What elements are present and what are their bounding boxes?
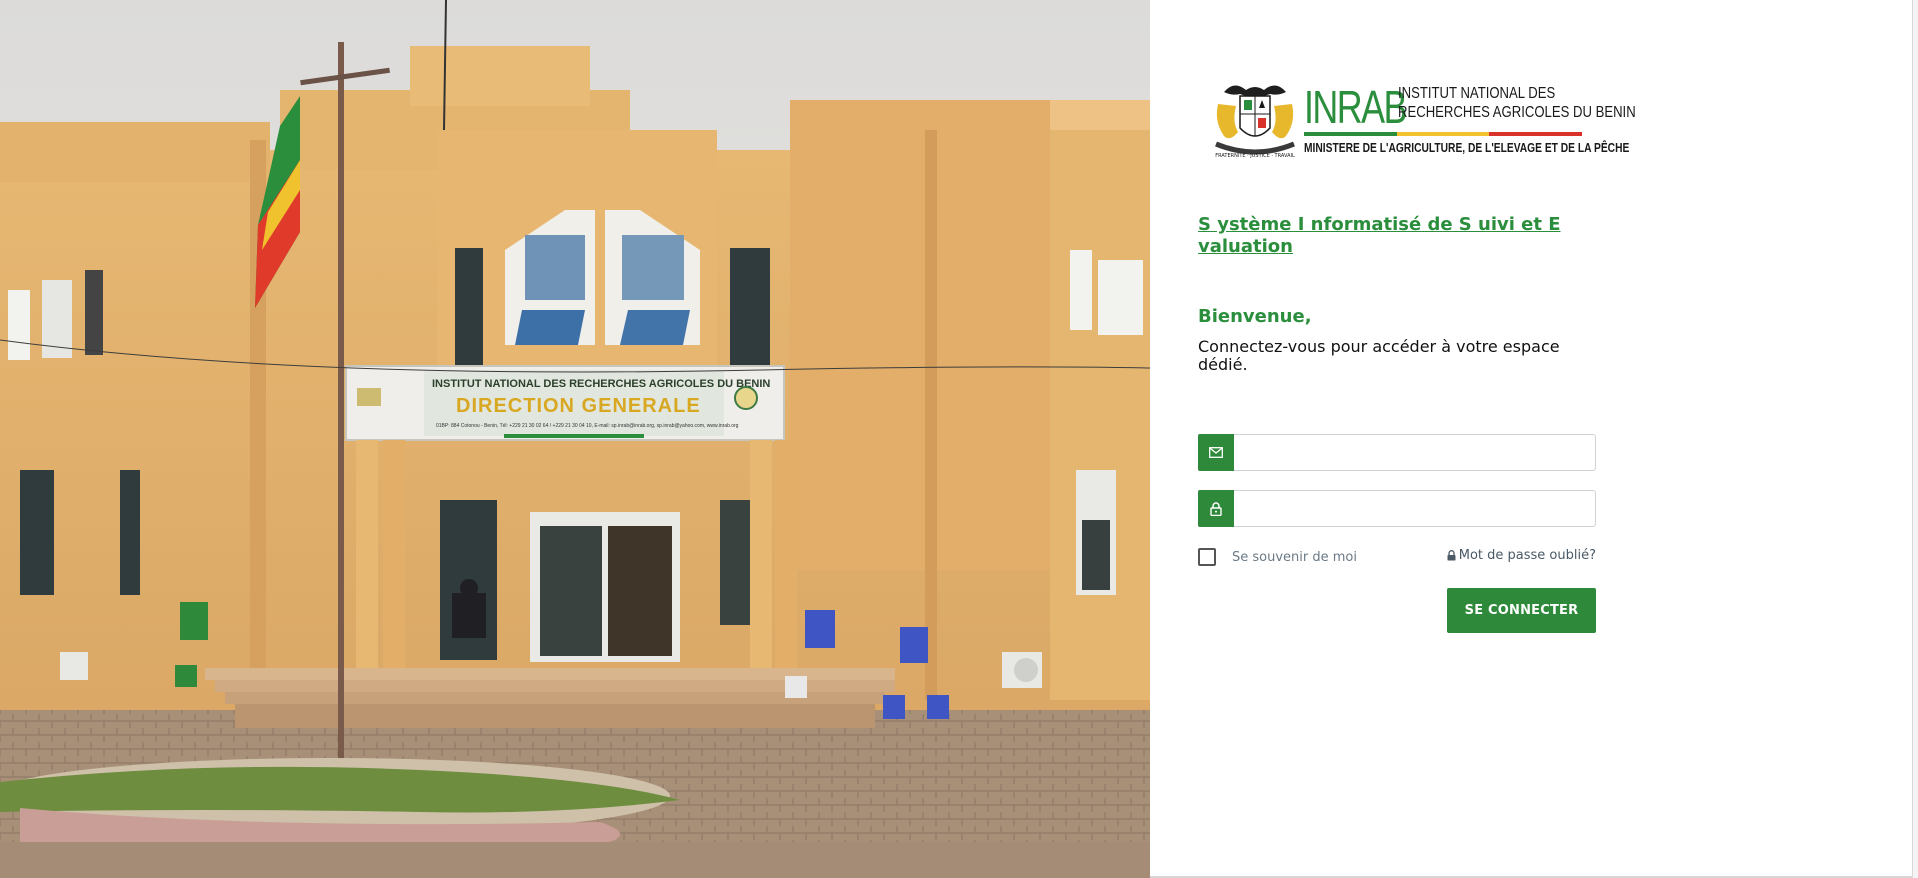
svg-text:DIRECTION GENERALE: DIRECTION GENERALE (456, 395, 701, 417)
login-button[interactable]: SE CONNECTER (1447, 588, 1596, 633)
forgot-password-link[interactable]: Mot de passe oublié? (1447, 548, 1596, 563)
flag-stripe (1304, 132, 1583, 136)
app-title: S ystème I nformatisé de S uivi et E val… (1198, 214, 1561, 257)
svg-text:FRATERNITÉ · JUSTICE · TRAVAIL: FRATERNITÉ · JUSTICE · TRAVAIL (1215, 151, 1295, 159)
username-field (1198, 434, 1596, 471)
remember-me[interactable]: Se souvenir de moi (1198, 548, 1357, 566)
forgot-password-label: Mot de passe oublié? (1458, 548, 1596, 563)
benin-coat-of-arms-icon: FRATERNITÉ · JUSTICE · TRAVAIL (1210, 82, 1300, 162)
lock-icon (1198, 490, 1234, 527)
remember-me-checkbox[interactable] (1198, 548, 1216, 566)
login-subtext: Connectez-vous pour accéder à votre espa… (1198, 337, 1560, 374)
ministry-name: MINISTERE DE L'AGRICULTURE, DE L'ELEVAGE… (1304, 141, 1630, 155)
password-input[interactable] (1234, 490, 1596, 527)
login-panel: FRATERNITÉ · JUSTICE · TRAVAIL INRAB INS… (1150, 0, 1918, 878)
brand-name-line1: INSTITUT NATIONAL DES (1398, 85, 1556, 102)
inrab-brand: INRAB INSTITUT NATIONAL DES RECHERCHES A… (1304, 78, 1636, 168)
welcome-heading: Bienvenue, (1198, 306, 1312, 327)
svg-text:INSTITUT NATIONAL DES RECHERCH: INSTITUT NATIONAL DES RECHERCHES AGRICOL… (432, 378, 770, 390)
remember-me-label: Se souvenir de moi (1232, 549, 1357, 565)
background-photo: INSTITUT NATIONAL DES RECHERCHES AGRICOL… (0, 0, 1150, 878)
username-input[interactable] (1234, 434, 1596, 471)
scrollbar[interactable] (1912, 0, 1918, 878)
brand-full-name: INSTITUT NATIONAL DES RECHERCHES AGRICOL… (1398, 84, 1636, 122)
password-field (1198, 490, 1596, 527)
envelope-icon (1198, 434, 1234, 471)
inrab-logo: FRATERNITÉ · JUSTICE · TRAVAIL INRAB INS… (1210, 78, 1636, 168)
brand-name-line2: RECHERCHES AGRICOLES DU BENIN (1398, 104, 1636, 121)
brand-abbreviation: INRAB (1304, 81, 1407, 133)
lock-icon (1447, 550, 1456, 561)
svg-text:01BP: 884 Cotonou - Benin, Tél: 01BP: 884 Cotonou - Benin, Tél: +229 21 … (436, 423, 739, 429)
